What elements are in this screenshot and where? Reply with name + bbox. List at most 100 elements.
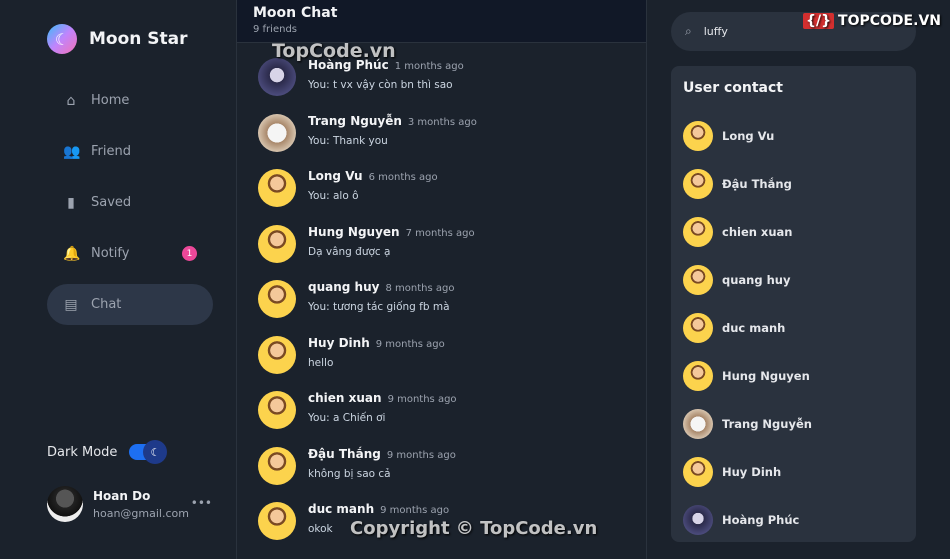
sidebar-item-home[interactable]: ⌂ Home [47,80,213,121]
avatar [683,121,713,151]
notification-badge: 1 [182,246,197,261]
contact-name: duc manh [722,321,786,335]
last-message: không bị sao cả [308,467,391,480]
conversation-time: 9 months ago [375,338,445,350]
moon-icon: ☾ [143,440,168,464]
avatar [47,486,83,522]
sidebar-item-label: Chat [91,297,122,312]
last-message: hello [308,356,334,369]
logo[interactable]: ☾ Moon Star [47,24,188,54]
contact-name: Hung Nguyen [722,369,810,383]
last-message: You: t vx vậy còn bn thì sao [308,79,453,91]
page-title: Moon Chat [253,5,338,21]
conversation-item[interactable]: Long Vu 6 months ago You: alo ô [237,169,646,225]
conversation-time: 8 months ago [385,283,455,294]
avatar [258,446,296,485]
contact-item[interactable]: Trang Nguyễn [683,400,904,448]
contact-name: Hoàng Phúc [722,513,800,527]
contact-name: chien xuan [722,225,793,239]
conversation-time: 9 months ago [387,394,457,405]
avatar [683,361,713,391]
contacts-title: User contact [683,80,783,96]
conversation-time: 7 months ago [405,227,475,239]
conversation-item[interactable]: duc manh 9 months ago okok [237,502,646,558]
chat-panel: Moon Chat 9 friends Hoàng Phúc 1 months a… [237,0,647,559]
dark-mode-toggle[interactable]: ☾ [129,440,168,464]
conversation-name: chien xuan [308,391,382,405]
conversation-name: Hung Nguyen [308,224,400,239]
avatar [683,169,713,199]
conversation-name: quang huy [308,280,380,294]
app-name: Moon Star [89,29,188,49]
contact-item[interactable]: Hoàng Phúc [683,496,904,544]
avatar [258,113,296,152]
last-message: You: alo ô [308,190,359,202]
conversation-item[interactable]: Đậu Thắng 9 months ago không bị sao cả [237,446,646,503]
contact-name: Huy Dinh [722,465,782,479]
conversation-time: 3 months ago [407,116,477,128]
conversation-item[interactable]: Hoàng Phúc 1 months ago You: t vx vậy còn … [237,58,646,114]
chat-header: Moon Chat 9 friends [237,0,646,43]
conversation-name: duc manh [308,502,375,516]
avatar [683,505,713,535]
sidebar-item-chat[interactable]: ▤ Chat [47,284,213,325]
conversation-list: Hoàng Phúc 1 months ago You: t vx vậy còn … [237,43,646,558]
bell-icon: 🔔 [63,245,81,262]
avatar [258,335,296,374]
home-icon: ⌂ [66,92,76,109]
contact-name: Đậu Thắng [722,177,792,191]
conversation-item[interactable]: Trang Nguyễn 3 months ago You: Thank you [237,113,646,170]
contact-item[interactable]: Long Vu [683,112,904,160]
user-profile: Hoan Do hoan@gmail.com ••• [47,486,212,522]
more-options-icon[interactable]: ••• [191,496,212,510]
conversation-item[interactable]: Hung Nguyen 7 months ago Dạ vâng được ạ [237,224,646,281]
sidebar-item-saved[interactable]: ▮ Saved [47,182,213,223]
last-message: Dạ vâng được ạ [308,245,391,258]
conversation-time: 9 months ago [380,505,450,516]
conversation-item[interactable]: chien xuan 9 months ago You: a Chiến ơi [237,391,646,447]
last-message: okok [308,523,333,535]
contact-item[interactable]: Huy Dinh [683,448,904,496]
conversation-item[interactable]: quang huy 8 months ago You: tương tác giốn… [237,280,646,336]
conversation-name: Trang Nguyễn [308,113,402,128]
contact-item[interactable]: quang huy [683,256,904,304]
conversation-name: Huy Dinh [308,335,370,350]
contact-item[interactable]: Hung Nguyen [683,352,904,400]
sidebar-item-notify[interactable]: 🔔 Notify 1 [47,233,213,274]
nav-menu: ⌂ Home 👥 Friend ▮ Saved 🔔 Notify 1 ▤ Chat [47,80,213,335]
avatar [258,58,296,96]
search-box: ⌕ [671,12,916,51]
contact-item[interactable]: duc manh [683,304,904,352]
contact-item[interactable]: Đậu Thắng [683,160,904,208]
people-icon: 👥 [63,143,81,160]
contact-name: Long Vu [722,129,775,143]
avatar [683,265,713,295]
user-contact-panel: User contact Long Vu Đậu Thắng chien xuan q… [671,66,916,542]
sidebar-item-label: Home [91,93,130,108]
avatar [258,169,296,207]
contact-name: Trang Nguyễn [722,417,812,431]
contact-name: quang huy [722,273,791,287]
user-name: Hoan Do [93,488,151,503]
bookmark-icon: ▮ [67,194,75,211]
sidebar-item-friend[interactable]: 👥 Friend [47,131,213,172]
sidebar-item-label: Saved [91,195,132,210]
conversation-name: Long Vu [308,169,363,183]
search-input[interactable] [703,25,884,38]
moon-logo-icon: ☾ [47,24,77,54]
sidebar-item-label: Friend [91,144,131,159]
dark-mode-label: Dark Mode [47,444,118,460]
right-panel: ⌕ User contact Long Vu Đậu Thắng chien xua… [647,0,950,559]
avatar [683,217,713,247]
search-icon: ⌕ [685,24,692,38]
last-message: You: a Chiến ơi [308,412,386,424]
sidebar-item-label: Notify [91,246,130,261]
dark-mode-row: Dark Mode ☾ [47,440,168,464]
chat-icon: ▤ [64,296,78,313]
sidebar: ☾ Moon Star ⌂ Home 👥 Friend ▮ Saved 🔔 Notify 1 ▤ C… [0,0,237,559]
contact-item[interactable]: chien xuan [683,208,904,256]
conversation-time: 9 months ago [386,449,456,461]
conversation-time: 1 months ago [394,61,464,72]
conversation-time: 6 months ago [368,172,438,183]
conversation-item[interactable]: Huy Dinh 9 months ago hello [237,335,646,392]
